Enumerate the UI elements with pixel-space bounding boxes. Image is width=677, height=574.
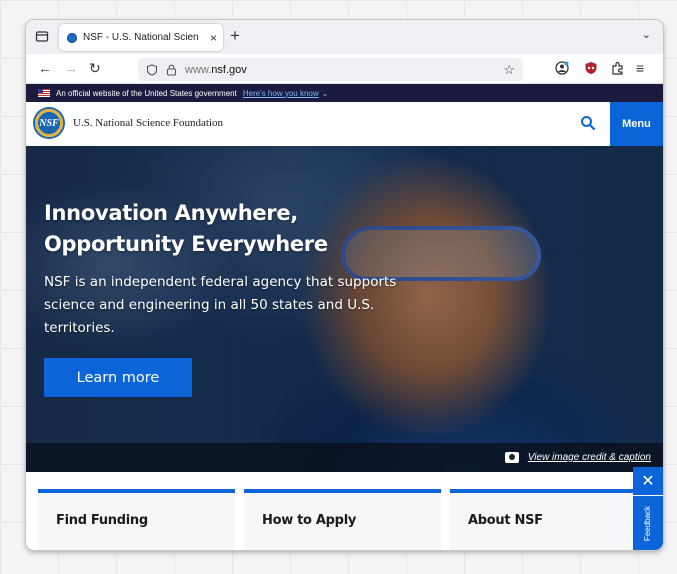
url-bar[interactable]: www.nsf.gov ☆ — [138, 58, 523, 81]
tab-list-icon[interactable] — [35, 29, 49, 43]
gov-banner: An official website of the United States… — [26, 84, 663, 102]
card-title: About NSF — [468, 513, 543, 528]
extensions-puzzle-icon[interactable] — [611, 61, 625, 75]
us-flag-icon — [38, 89, 50, 97]
extension-shield-icon[interactable] — [584, 61, 598, 75]
gov-banner-text: An official website of the United States… — [56, 88, 237, 98]
browser-window: NSF - U.S. National Scien × + ⌄ ← → ↻ ww… — [26, 20, 663, 550]
learn-more-button[interactable]: Learn more — [44, 358, 192, 397]
hero-title: Innovation Anywhere, Opportunity Everywh… — [44, 201, 328, 256]
lock-icon[interactable] — [166, 64, 177, 76]
tab-strip: NSF - U.S. National Scien × + ⌄ — [26, 20, 663, 54]
heres-how-you-know-link[interactable]: Here's how you know — [243, 89, 319, 98]
hero-section: Innovation Anywhere, Opportunity Everywh… — [26, 146, 663, 472]
feedback-close-button[interactable]: ✕ — [633, 467, 663, 495]
tab-close-icon[interactable]: × — [210, 31, 217, 45]
feedback-tab[interactable]: Feedback — [633, 496, 663, 550]
chevron-down-icon[interactable]: ⌄ — [322, 89, 329, 98]
site-header: NSF U.S. National Science Foundation Men… — [26, 102, 663, 146]
tab-title: NSF - U.S. National Scien — [83, 32, 199, 43]
card-title: Find Funding — [56, 513, 148, 528]
navigation-toolbar: ← → ↻ www.nsf.gov ☆ ≡ — [26, 54, 663, 84]
tracking-protection-icon[interactable] — [146, 63, 158, 76]
card-about-nsf[interactable]: About NSF — [450, 489, 647, 550]
menu-button[interactable]: Menu — [610, 102, 663, 146]
image-credit-link[interactable]: View image credit & caption — [528, 452, 651, 463]
nsf-logo-text: NSF — [39, 117, 59, 129]
nsf-favicon-icon — [67, 32, 77, 43]
url-text[interactable]: www.nsf.gov — [185, 64, 503, 76]
quick-links-cards: Find Funding How to Apply About NSF — [26, 472, 663, 550]
tab-overflow-icon[interactable]: ⌄ — [642, 28, 651, 41]
search-icon[interactable] — [580, 115, 596, 131]
back-button[interactable]: ← — [38, 60, 52, 76]
card-find-funding[interactable]: Find Funding — [38, 489, 235, 550]
nsf-logo[interactable]: NSF — [33, 107, 65, 139]
new-tab-button[interactable]: + — [230, 26, 240, 46]
account-icon[interactable] — [555, 61, 569, 75]
forward-button[interactable]: → — [64, 60, 78, 76]
hero-description: NSF is an independent federal agency tha… — [44, 274, 397, 336]
feedback-label: Feedback — [643, 505, 653, 541]
card-how-to-apply[interactable]: How to Apply — [244, 489, 441, 550]
card-title: How to Apply — [262, 513, 357, 528]
browser-tab[interactable]: NSF - U.S. National Scien × — [59, 24, 223, 51]
camera-icon — [504, 452, 519, 463]
reload-button[interactable]: ↻ — [89, 60, 101, 76]
image-credit-bar: View image credit & caption — [26, 443, 663, 472]
org-name[interactable]: U.S. National Science Foundation — [73, 117, 223, 129]
bookmark-star-icon[interactable]: ☆ — [503, 62, 515, 78]
app-menu-button[interactable]: ≡ — [636, 60, 644, 76]
